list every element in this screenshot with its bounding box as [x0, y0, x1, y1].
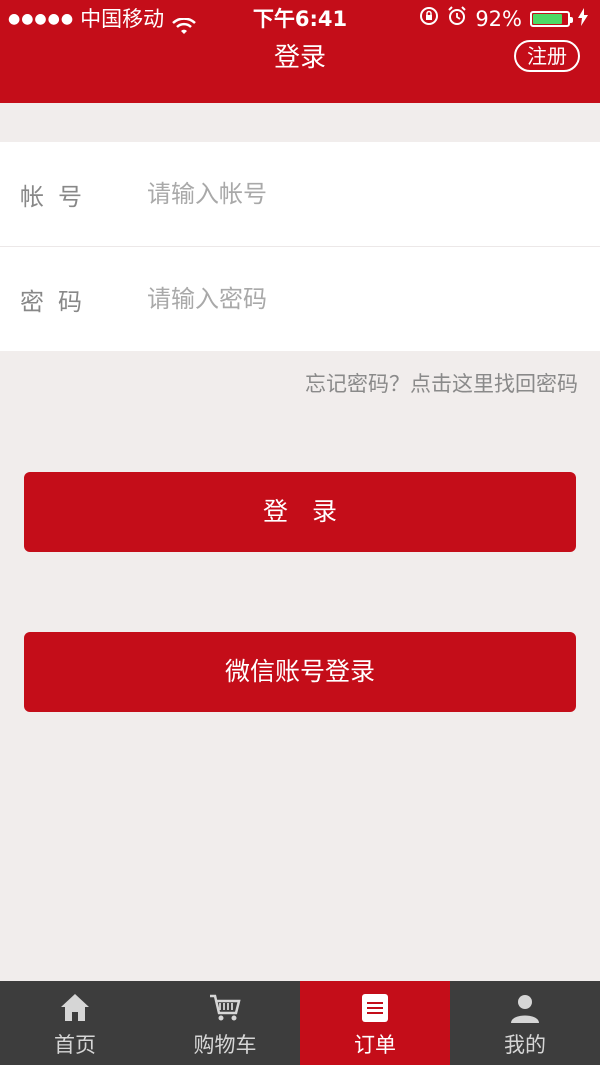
cart-icon [208, 991, 242, 1025]
page-title: 登录 [273, 43, 326, 73]
password-row: 密码 [0, 246, 600, 351]
account-input[interactable] [145, 179, 549, 209]
order-icon [358, 991, 392, 1025]
forgot-password-link[interactable]: 忘记密码？点击这里找回密码 [305, 368, 578, 398]
login-button[interactable]: 登录 [24, 472, 576, 552]
tab-bar: 首页 购物车 订单 我的 [0, 981, 600, 1065]
tab-home[interactable]: 首页 [0, 981, 150, 1065]
password-input[interactable] [145, 284, 549, 314]
battery-icon [530, 11, 573, 27]
login-form: 帐号 密码 [0, 142, 600, 351]
status-bar: ●●●●● 中国移动 下午6:41 92% [0, 0, 600, 38]
tab-mine-label: 我的 [504, 1033, 546, 1057]
alarm-icon [447, 0, 467, 38]
tab-home-label: 首页 [54, 1033, 96, 1057]
password-label: 密码 [20, 287, 96, 316]
user-icon [508, 991, 542, 1025]
tab-orders[interactable]: 订单 [300, 981, 450, 1065]
battery-percent: 92% [475, 7, 522, 31]
account-row: 帐号 [0, 142, 600, 246]
tab-mine[interactable]: 我的 [450, 981, 600, 1065]
tab-orders-label: 订单 [354, 1033, 396, 1057]
battery-fill [533, 14, 562, 24]
register-button[interactable]: 注册 [514, 40, 580, 72]
account-label: 帐号 [20, 182, 96, 211]
home-icon [58, 991, 92, 1025]
wechat-login-button[interactable]: 微信账号登录 [24, 632, 576, 712]
charging-icon [578, 0, 588, 38]
header-bar: ●●●●● 中国移动 下午6:41 92% 登录 注册 [0, 0, 600, 103]
tab-cart[interactable]: 购物车 [150, 981, 300, 1065]
rotation-lock-icon [419, 0, 439, 38]
tab-cart-label: 购物车 [193, 1033, 257, 1057]
